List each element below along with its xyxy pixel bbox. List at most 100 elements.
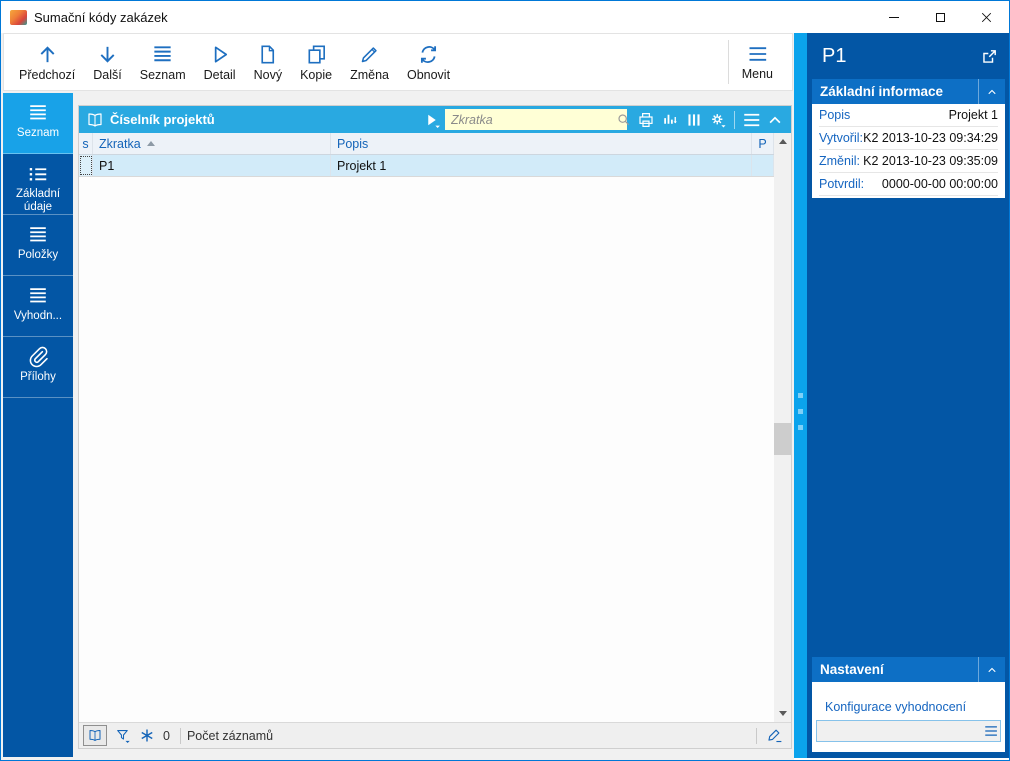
table-menu-icon[interactable] <box>742 111 760 129</box>
scroll-up-button[interactable] <box>774 133 791 150</box>
new-button[interactable]: Nový <box>245 36 291 88</box>
sidebar-item-zakladni-udaje[interactable]: Základní údaje <box>3 154 73 215</box>
table-status-bar: 0 Počet záznamů <box>79 722 791 748</box>
sort-asc-icon <box>146 141 155 146</box>
table-row[interactable]: P1 Projekt 1 <box>79 155 791 177</box>
copy-icon <box>308 45 325 64</box>
record-title: P1 <box>822 44 847 67</box>
column-header-p[interactable]: P <box>752 133 774 154</box>
edit-pencil-icon[interactable] <box>766 727 784 744</box>
menu-icon <box>748 47 768 61</box>
play-outline-icon <box>214 46 228 63</box>
maximize-button[interactable] <box>917 1 963 33</box>
window-controls <box>871 1 1009 33</box>
book-icon <box>89 730 101 741</box>
collapse-section-button[interactable] <box>978 79 1005 104</box>
toolbar: Předchozí Další Seznam Detail Nový Kopie… <box>3 33 793 91</box>
previous-button[interactable]: Předchozí <box>10 36 84 88</box>
title-bar: Sumační kódy zakázek <box>1 1 1009 33</box>
arrow-down-icon <box>100 45 115 63</box>
close-button[interactable] <box>963 1 1009 33</box>
copy-button[interactable]: Kopie <box>291 36 341 88</box>
table-content: s Zkratka Popis P P1 Projekt 1 <box>79 133 791 722</box>
column-header-zkratka[interactable]: Zkratka <box>93 133 331 154</box>
gear-icon[interactable] <box>709 111 727 129</box>
sidebar-item-seznam[interactable]: Seznam <box>3 93 73 154</box>
panel-splitter[interactable] <box>794 33 807 758</box>
config-label: Konfigurace vyhodnocení <box>825 700 967 714</box>
detail-list-icon <box>28 167 48 182</box>
column-header-popis[interactable]: Popis <box>331 133 752 154</box>
table-panel: Číselník projektů s Zkratka Popis P <box>78 105 792 749</box>
column-header-selector[interactable]: s <box>79 133 93 154</box>
sidebar-item-prilohy[interactable]: Přílohy <box>3 337 73 398</box>
arrow-up-icon <box>39 46 55 64</box>
table-header: s Zkratka Popis P <box>79 133 791 155</box>
table-title-bar: Číselník projektů <box>79 106 791 133</box>
list-button[interactable]: Seznam <box>131 36 195 88</box>
sidebar-item-polozky[interactable]: Položky <box>3 215 73 276</box>
record-header: P1 <box>807 33 1009 79</box>
print-icon[interactable] <box>637 111 655 129</box>
menu-button[interactable]: Menu <box>729 36 786 88</box>
field-vytvoril: Vytvořil: K2 2013-10-23 09:34:29 <box>819 127 998 150</box>
row-cell-popis[interactable]: Projekt 1 <box>331 155 752 176</box>
refresh-icon <box>420 45 437 64</box>
list-icon <box>29 105 47 120</box>
app-window: Sumační kódy zakázek Předchozí Další Sez… <box>0 0 1010 761</box>
chevron-up-icon <box>988 667 996 672</box>
basic-info-header[interactable]: Základní informace <box>812 79 1005 104</box>
asterisk-icon[interactable] <box>138 727 156 744</box>
list-icon <box>153 46 172 62</box>
pencil-icon <box>361 47 377 63</box>
book-view-button[interactable] <box>83 725 107 746</box>
chart-icon[interactable] <box>661 111 679 129</box>
sidebar: Seznam Základní údaje Položky Vyhodn... … <box>3 93 73 757</box>
settings-header[interactable]: Nastavení <box>812 657 1005 682</box>
chevron-up-icon <box>988 89 996 94</box>
field-popis: Popis Projekt 1 <box>819 104 998 127</box>
scrollbar-thumb[interactable] <box>774 423 791 455</box>
row-selector-cell[interactable] <box>79 155 93 176</box>
basic-info-fields: Popis Projekt 1 Vytvořil: K2 2013-10-23 … <box>812 104 1005 198</box>
scroll-down-button[interactable] <box>774 705 791 722</box>
paperclip-icon <box>29 346 48 368</box>
minimize-button[interactable] <box>871 1 917 33</box>
detail-button[interactable]: Detail <box>195 36 245 88</box>
app-logo-icon <box>10 9 27 25</box>
search-box <box>445 109 630 130</box>
open-external-icon[interactable] <box>980 47 999 66</box>
title-separator <box>734 110 735 129</box>
vertical-scrollbar[interactable] <box>774 133 791 722</box>
settings-fields: Konfigurace vyhodnocení <box>812 682 1005 752</box>
next-button[interactable]: Další <box>84 36 130 88</box>
field-zmenil: Změnil: K2 2013-10-23 09:35:09 <box>819 150 998 173</box>
search-input[interactable] <box>445 109 616 130</box>
record-count-label: Počet záznamů <box>186 728 274 743</box>
list-icon <box>29 288 47 303</box>
refresh-button[interactable]: Obnovit <box>398 36 459 88</box>
right-panel: P1 Základní informace Popis Projekt 1 Vy… <box>807 33 1009 758</box>
list-icon <box>29 227 47 242</box>
row-cell-p[interactable] <box>752 155 774 176</box>
filter-icon[interactable] <box>114 727 132 744</box>
window-title: Sumační kódy zakázek <box>34 9 168 25</box>
field-potvrdil: Potvrdil: 0000-00-00 00:00:00 <box>819 173 998 196</box>
settings-section: Nastavení Konfigurace vyhodnocení <box>812 657 1005 752</box>
collapse-section-button[interactable] <box>978 657 1005 682</box>
collapse-chevron-icon[interactable] <box>766 111 784 129</box>
frozen-count: 0 <box>163 728 170 743</box>
row-cell-zkratka[interactable]: P1 <box>93 155 331 176</box>
config-input[interactable] <box>817 724 982 738</box>
sidebar-item-vyhodnoceni[interactable]: Vyhodn... <box>3 276 73 337</box>
edit-button[interactable]: Změna <box>341 36 398 88</box>
table-title: Číselník projektů <box>110 112 215 127</box>
run-filter-icon[interactable] <box>423 111 441 129</box>
splitter-handle[interactable] <box>798 393 803 430</box>
config-input-wrap <box>816 720 1001 742</box>
config-menu-icon[interactable] <box>982 724 999 738</box>
search-icon <box>618 113 630 125</box>
columns-icon[interactable] <box>685 111 703 129</box>
book-icon <box>88 112 102 127</box>
new-document-icon <box>261 45 275 64</box>
